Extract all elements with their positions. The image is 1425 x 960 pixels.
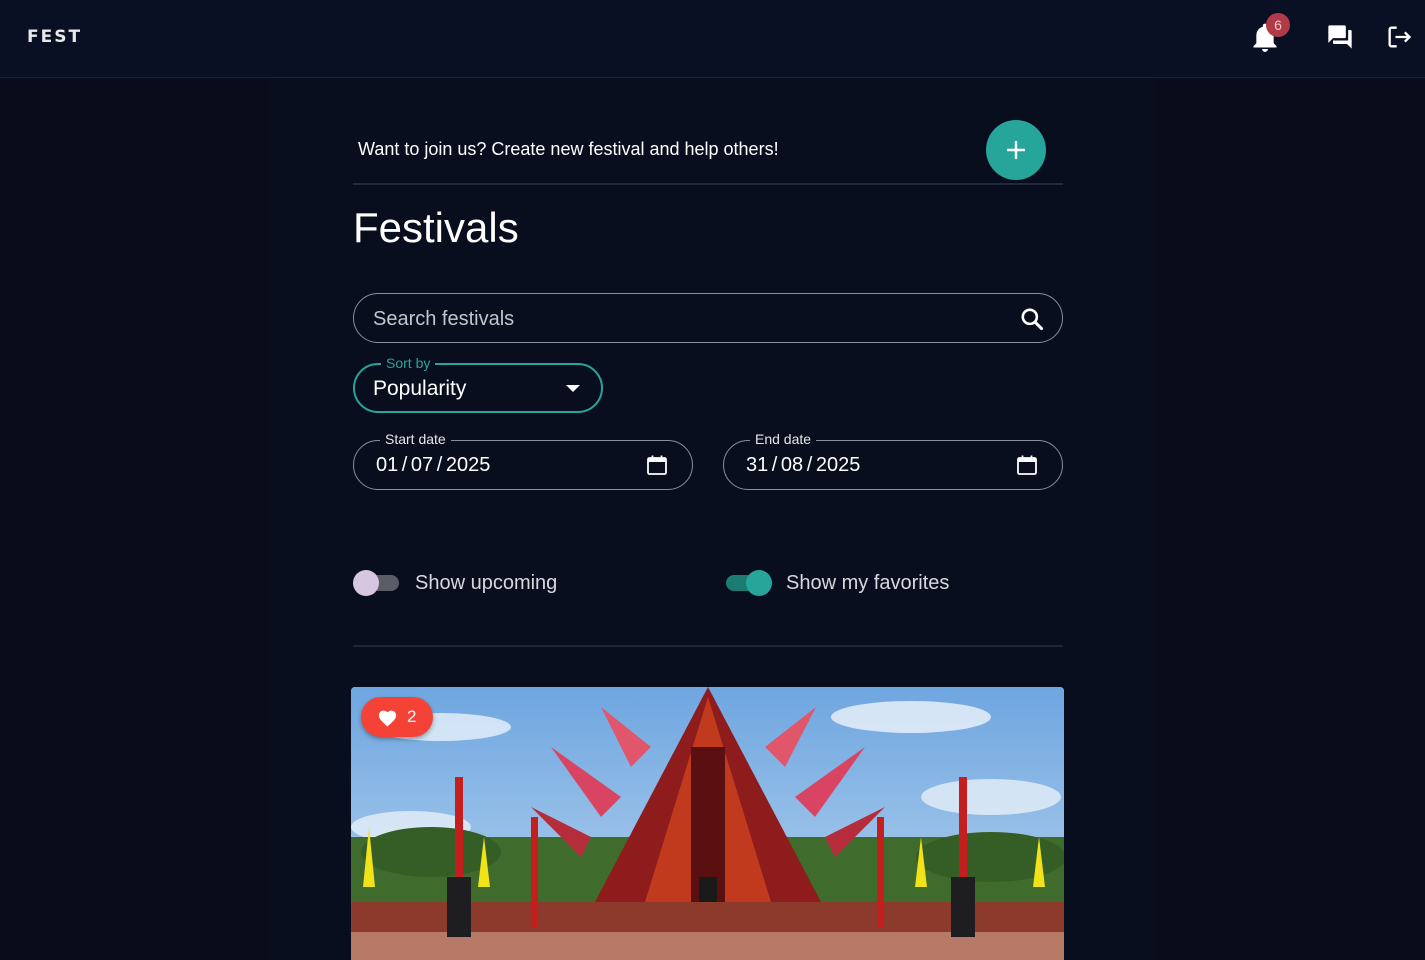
toggle-thumb[interactable] xyxy=(353,570,379,596)
right-gutter xyxy=(1155,79,1425,960)
chat-icon xyxy=(1328,25,1352,49)
search-input[interactable] xyxy=(373,306,973,332)
end-date-value[interactable]: 31 / 08 / 2025 xyxy=(746,454,860,477)
page-title: Festivals xyxy=(353,204,519,251)
show-upcoming-label: Show upcoming xyxy=(415,572,558,594)
left-gutter xyxy=(0,79,270,960)
chevron-down-icon xyxy=(566,385,580,392)
notification-count-badge: 6 xyxy=(1266,13,1290,37)
calendar-icon[interactable] xyxy=(646,454,668,476)
create-festival-prompt: Want to join us? Create new festival and… xyxy=(358,139,779,159)
brand-logo[interactable]: FEST xyxy=(27,27,82,47)
like-button[interactable]: 2 xyxy=(361,697,433,737)
top-app-bar: FEST 6 xyxy=(0,0,1425,78)
plus-icon xyxy=(1007,141,1025,159)
start-date-field[interactable]: Start date 01 / 07 / 2025 xyxy=(353,431,693,490)
sort-by-select[interactable]: Sort by Popularity xyxy=(353,355,603,413)
end-date-label: End date xyxy=(750,431,817,447)
search-field[interactable] xyxy=(353,293,1063,343)
show-favorites-label: Show my favorites xyxy=(786,572,950,594)
sort-by-value: Popularity xyxy=(373,377,467,400)
festival-image xyxy=(351,687,1064,960)
divider xyxy=(353,645,1063,647)
create-festival-button[interactable] xyxy=(986,120,1046,180)
divider xyxy=(353,183,1063,185)
like-count: 2 xyxy=(407,707,417,726)
festival-card[interactable]: 2 xyxy=(351,687,1064,960)
start-date-label: Start date xyxy=(380,431,451,447)
heart-icon xyxy=(378,710,397,726)
sort-by-label: Sort by xyxy=(381,355,436,371)
end-date-field[interactable]: End date 31 / 08 / 2025 xyxy=(723,431,1063,490)
search-icon[interactable] xyxy=(1019,306,1045,332)
chat-button[interactable] xyxy=(1325,22,1355,52)
toggle-thumb[interactable] xyxy=(746,570,772,596)
calendar-icon[interactable] xyxy=(1016,454,1038,476)
logout-button[interactable] xyxy=(1384,22,1414,52)
start-date-value[interactable]: 01 / 07 / 2025 xyxy=(376,454,490,477)
logout-icon xyxy=(1388,26,1412,48)
